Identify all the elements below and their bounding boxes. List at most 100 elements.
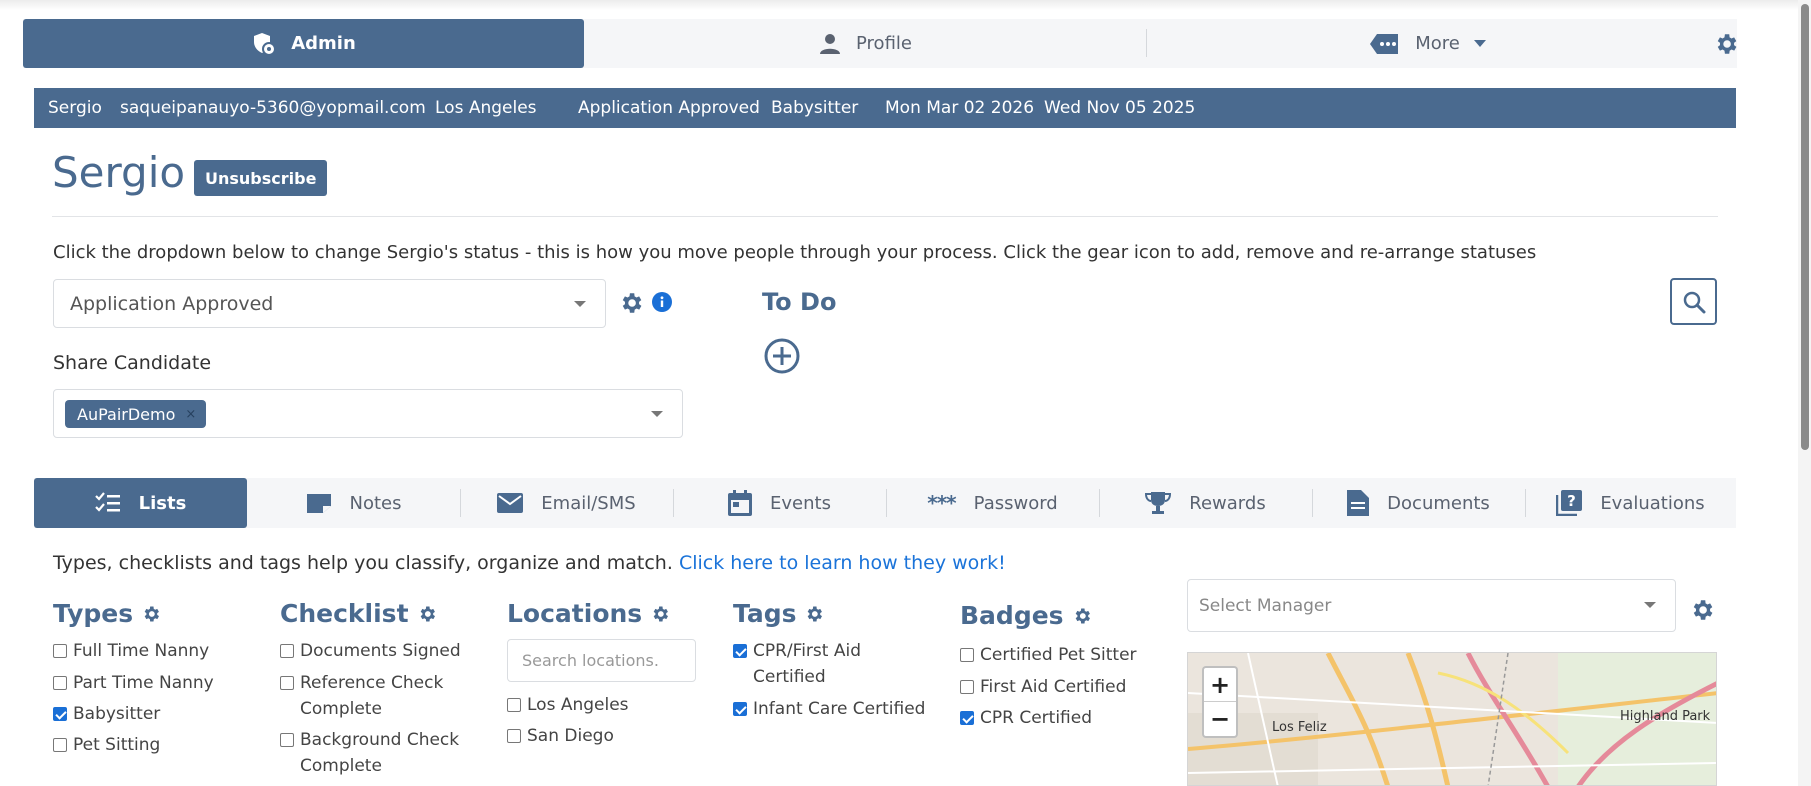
location-option[interactable]: San Diego [507, 723, 707, 754]
tab-email-sms[interactable]: Email/SMS [460, 478, 673, 528]
zoom-in-button[interactable]: + [1204, 668, 1236, 702]
tab-admin[interactable]: Admin [23, 19, 584, 68]
tab-rewards[interactable]: Rewards [1099, 478, 1312, 528]
types-title: Types [53, 599, 253, 628]
unsubscribe-button[interactable]: Unsubscribe [194, 160, 328, 196]
map-label: Highland Park [1620, 709, 1711, 724]
map[interactable]: + − Los Feliz Highland Park [1187, 652, 1717, 786]
todo-title: To Do [762, 288, 837, 316]
tab-documents[interactable]: Documents [1312, 478, 1525, 528]
envelope-icon [497, 493, 524, 513]
checkbox[interactable] [280, 644, 294, 658]
manager-select[interactable]: Select Manager [1187, 579, 1676, 632]
add-todo-icon[interactable] [764, 338, 800, 374]
tags-gear-icon[interactable] [804, 604, 824, 624]
tab-notes[interactable]: Notes [247, 478, 460, 528]
status-gear-icon[interactable] [618, 290, 644, 316]
top-fade [0, 0, 1800, 10]
tab-profile-label: Profile [856, 33, 912, 54]
section-tabs: Lists Notes Email/SMS Events *** Passwor… [34, 478, 1736, 528]
zoom-out-button[interactable]: − [1204, 702, 1236, 736]
tab-events[interactable]: Events [673, 478, 886, 528]
info-icon[interactable] [652, 292, 672, 312]
checkbox[interactable] [733, 702, 747, 716]
location-options: Los Angeles San Diego [507, 692, 707, 754]
candidate-info-bar: Sergio saqueipanauyo-5360@yopmail.com Lo… [34, 88, 1736, 128]
checklist-option[interactable]: Documents Signed [280, 638, 480, 670]
checklist-icon [94, 492, 120, 512]
checkbox[interactable] [280, 733, 294, 747]
svg-text:?: ? [1567, 492, 1576, 510]
share-candidate-select[interactable]: AuPairDemo × [53, 389, 683, 438]
types-gear-icon[interactable] [141, 604, 161, 624]
badge-label: CPR Certified [980, 708, 1093, 728]
tab-more[interactable]: More [1147, 19, 1708, 68]
checkbox[interactable] [280, 676, 294, 690]
tag-option[interactable]: CPR/First Aid Certified [733, 638, 883, 696]
type-option[interactable]: Babysitter [53, 701, 253, 732]
tab-lists[interactable]: Lists [34, 478, 247, 528]
chip-remove-icon[interactable]: × [185, 407, 196, 422]
tags-title-text: Tags [733, 599, 797, 628]
tab-rewards-label: Rewards [1189, 492, 1266, 514]
tab-notes-label: Notes [349, 492, 402, 514]
locations-title: Locations [507, 599, 707, 628]
locations-title-text: Locations [507, 599, 643, 628]
calendar-icon [728, 490, 753, 516]
badge-option[interactable]: CPR Certified [960, 705, 1170, 736]
badge-option[interactable]: Certified Pet Sitter [960, 642, 1170, 674]
manager-gear-icon[interactable] [1689, 597, 1715, 623]
type-label: Full Time Nanny [73, 641, 210, 661]
location-option[interactable]: Los Angeles [507, 692, 707, 723]
chevron-down-icon [1644, 602, 1656, 608]
tag-label: CPR/First Aid Certified [753, 641, 861, 687]
status-help-text: Click the dropdown below to change Sergi… [53, 242, 1537, 263]
badge-option[interactable]: First Aid Certified [960, 674, 1170, 705]
tab-profile[interactable]: Profile [584, 19, 1146, 68]
checkbox[interactable] [53, 644, 67, 658]
document-icon [1347, 490, 1370, 516]
divider [52, 216, 1718, 217]
status-dropdown[interactable]: Application Approved [53, 279, 606, 328]
type-option[interactable]: Pet Sitting [53, 732, 253, 763]
checklist-option[interactable]: Reference Check Complete [280, 670, 460, 727]
share-chip: AuPairDemo × [65, 400, 207, 428]
checklist-label: Documents Signed [300, 641, 461, 661]
checkbox[interactable] [960, 711, 974, 725]
learn-more-link[interactable]: Click here to learn how they work! [679, 552, 1006, 574]
checkbox[interactable] [507, 698, 521, 712]
locations-gear-icon[interactable] [650, 604, 670, 624]
tag-dots-icon [1370, 33, 1399, 54]
checklist-option[interactable]: Background Check Complete [280, 727, 460, 784]
gear-icon[interactable] [1713, 31, 1739, 57]
checkbox[interactable] [960, 680, 974, 694]
shield-gear-icon [254, 32, 277, 56]
status-selected-value: Application Approved [70, 292, 274, 315]
checkbox[interactable] [733, 644, 747, 658]
scrollbar-thumb[interactable] [1801, 4, 1809, 450]
info-name: Sergio [48, 98, 102, 118]
badges-title: Badges [960, 601, 1170, 630]
badges-gear-icon[interactable] [1072, 606, 1092, 626]
checkbox[interactable] [53, 676, 67, 690]
tab-evaluations[interactable]: ? Evaluations [1525, 478, 1736, 528]
type-option[interactable]: Part Time Nanny [53, 670, 253, 701]
search-icon [1683, 291, 1705, 313]
search-button[interactable] [1670, 278, 1717, 325]
type-label: Babysitter [73, 704, 161, 724]
location-search-input[interactable] [507, 639, 696, 682]
tag-option[interactable]: Infant Care Certified [733, 696, 943, 727]
manager-placeholder: Select Manager [1199, 595, 1332, 616]
asterisks-icon: *** [927, 491, 956, 515]
checkbox[interactable] [53, 707, 67, 721]
checkbox[interactable] [960, 648, 974, 662]
top-nav: Admin Profile More [23, 19, 1737, 68]
badge-label: Certified Pet Sitter [980, 645, 1137, 665]
checklist-gear-icon[interactable] [417, 604, 437, 624]
checkbox[interactable] [53, 738, 67, 752]
checkbox[interactable] [507, 729, 521, 743]
type-option[interactable]: Full Time Nanny [53, 638, 253, 670]
chevron-down-icon [651, 411, 663, 417]
tag-label: Infant Care Certified [753, 699, 926, 719]
tab-password[interactable]: *** Password [886, 478, 1099, 528]
